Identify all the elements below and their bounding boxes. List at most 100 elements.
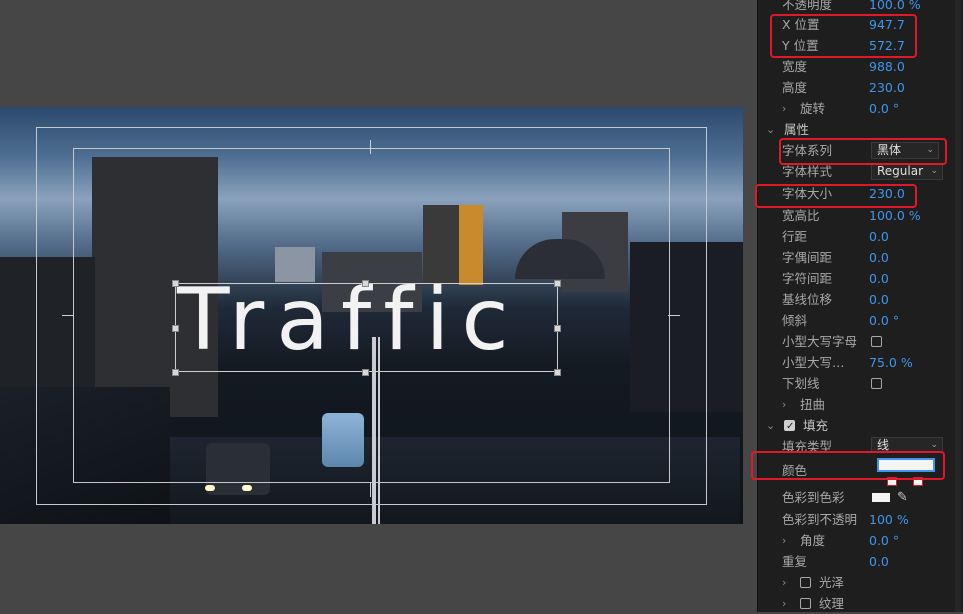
underline-checkbox[interactable] bbox=[871, 378, 882, 389]
height-value[interactable]: 230.0 bbox=[869, 77, 905, 98]
text-properties-panel: 不透明度 100.0% X 位置 947.7 Y 位置 572.7 宽度 988… bbox=[751, 0, 963, 614]
fill-checkbox[interactable] bbox=[784, 416, 795, 437]
y-position-value[interactable]: 572.7 bbox=[869, 35, 905, 56]
sheen-checkbox[interactable] bbox=[800, 577, 811, 588]
prop-kerning: 字偶间距 0.0 bbox=[758, 247, 963, 268]
prop-small-caps: 小型大写字母 bbox=[758, 331, 963, 352]
small-caps-checkbox[interactable] bbox=[871, 336, 882, 347]
prop-aspect: 宽高比 100.0% bbox=[758, 205, 963, 226]
prop-y-position: Y 位置 572.7 bbox=[758, 35, 963, 56]
center-mark-right bbox=[668, 315, 680, 316]
collapse-chevron-icon[interactable]: ⌄ bbox=[766, 119, 775, 140]
resize-handle-br[interactable] bbox=[554, 369, 561, 376]
prop-repeat: 重复 0.0 bbox=[758, 551, 963, 572]
expand-chevron-icon[interactable]: › bbox=[782, 530, 786, 551]
x-position-label: X 位置 bbox=[782, 17, 820, 32]
center-mark-top bbox=[370, 140, 371, 154]
prop-slant: 倾斜 0.0 ° bbox=[758, 310, 963, 331]
repeat-value[interactable]: 0.0 bbox=[869, 551, 889, 572]
texture-checkbox[interactable] bbox=[800, 598, 811, 609]
font-family-dropdown[interactable]: 黑体 ⌄ bbox=[871, 142, 939, 159]
baseline-value[interactable]: 0.0 bbox=[869, 289, 889, 310]
leading-value[interactable]: 0.0 bbox=[869, 226, 889, 247]
collapse-chevron-icon[interactable]: ⌄ bbox=[766, 415, 775, 436]
stop-color-swatch[interactable] bbox=[872, 493, 890, 502]
rotation-value[interactable]: 0.0 ° bbox=[869, 98, 899, 119]
chevron-down-icon: ⌄ bbox=[930, 440, 938, 450]
text-bounding-box[interactable] bbox=[175, 283, 558, 372]
small-caps-label: 小型大写字母 bbox=[782, 334, 858, 349]
chevron-down-icon: ⌄ bbox=[930, 166, 938, 176]
y-position-label: Y 位置 bbox=[782, 38, 819, 53]
height-label: 高度 bbox=[782, 80, 808, 95]
x-position-value[interactable]: 947.7 bbox=[869, 14, 905, 35]
opacity-label: 不透明度 bbox=[782, 0, 833, 12]
prop-color-to-opacity: 色彩到不透明 100% bbox=[758, 509, 963, 530]
fill-type-label: 填充类型 bbox=[782, 439, 833, 454]
opacity-value[interactable]: 100.0% bbox=[869, 0, 921, 15]
prop-angle: › 角度 0.0 ° bbox=[758, 530, 963, 551]
color-swatch[interactable] bbox=[877, 458, 935, 472]
panel-scrollbar[interactable] bbox=[955, 0, 961, 612]
section-fill[interactable]: ⌄ 填充 bbox=[758, 415, 963, 437]
gradient-stop-left[interactable] bbox=[887, 477, 897, 486]
gradient-stop-right[interactable] bbox=[913, 477, 923, 486]
baseline-label: 基线位移 bbox=[782, 292, 833, 307]
kerning-value[interactable]: 0.0 bbox=[869, 247, 889, 268]
chevron-down-icon: ⌄ bbox=[926, 145, 934, 155]
resize-handle-tl[interactable] bbox=[172, 280, 179, 287]
texture-label: 纹理 bbox=[819, 596, 845, 611]
eyedropper-icon[interactable]: ✎ bbox=[897, 487, 908, 508]
angle-value[interactable]: 0.0 ° bbox=[869, 530, 899, 551]
expand-chevron-icon[interactable]: › bbox=[782, 98, 786, 119]
fill-type-value: 线 bbox=[877, 438, 890, 452]
prop-texture[interactable]: › 纹理 bbox=[758, 593, 963, 614]
prop-sheen[interactable]: › 光泽 bbox=[758, 572, 963, 593]
font-size-label: 字体大小 bbox=[782, 186, 833, 201]
expand-chevron-icon[interactable]: › bbox=[782, 572, 786, 593]
aspect-label: 宽高比 bbox=[782, 208, 820, 223]
resize-handle-ml[interactable] bbox=[172, 325, 179, 332]
fill-type-dropdown[interactable]: 线 ⌄ bbox=[871, 437, 943, 452]
angle-label: 角度 bbox=[800, 533, 826, 548]
font-size-value[interactable]: 230.0 bbox=[869, 183, 905, 204]
repeat-label: 重复 bbox=[782, 554, 808, 569]
fill-section-title: 填充 bbox=[803, 418, 829, 433]
slant-value[interactable]: 0.0 ° bbox=[869, 310, 899, 331]
color-to-opacity-value[interactable]: 100% bbox=[869, 509, 909, 530]
expand-chevron-icon[interactable]: › bbox=[782, 593, 786, 614]
color-to-opacity-label: 色彩到不透明 bbox=[782, 512, 858, 527]
resize-handle-bm[interactable] bbox=[362, 369, 369, 376]
width-value[interactable]: 988.0 bbox=[869, 56, 905, 77]
prop-underline: 下划线 bbox=[758, 373, 963, 394]
prop-small-caps-size: 小型大写… 75.0% bbox=[758, 352, 963, 373]
small-caps-size-value[interactable]: 75.0% bbox=[869, 352, 913, 373]
prop-font-family: 字体系列 黑体 ⌄ bbox=[758, 140, 963, 161]
prop-opacity: 不透明度 100.0% bbox=[758, 0, 963, 15]
font-style-label: 字体样式 bbox=[782, 164, 833, 179]
prop-color-to-color: 色彩到色彩 ✎ bbox=[758, 487, 963, 508]
resize-handle-tr[interactable] bbox=[554, 280, 561, 287]
font-family-value: 黑体 bbox=[877, 143, 902, 157]
resize-handle-tm[interactable] bbox=[362, 280, 369, 287]
attributes-section-title: 属性 bbox=[784, 122, 810, 137]
small-caps-size-label: 小型大写… bbox=[782, 355, 845, 370]
sheen-label: 光泽 bbox=[819, 575, 845, 590]
prop-rotation: › 旋转 0.0 ° bbox=[758, 98, 963, 119]
center-mark-bottom bbox=[370, 483, 371, 497]
program-monitor[interactable]: Traffic bbox=[0, 107, 743, 524]
tracking-value[interactable]: 0.0 bbox=[869, 268, 889, 289]
prop-distort[interactable]: › 扭曲 bbox=[758, 394, 963, 415]
aspect-value[interactable]: 100.0% bbox=[869, 205, 921, 226]
prop-x-position: X 位置 947.7 bbox=[758, 14, 963, 35]
color-to-color-label: 色彩到色彩 bbox=[782, 490, 845, 505]
prop-fill-type: 填充类型 线 ⌄ bbox=[758, 436, 963, 457]
font-style-dropdown[interactable]: Regular ⌄ bbox=[871, 163, 943, 180]
resize-handle-mr[interactable] bbox=[554, 325, 561, 332]
expand-chevron-icon[interactable]: › bbox=[782, 394, 786, 415]
section-attributes[interactable]: ⌄ 属性 bbox=[758, 119, 963, 140]
prop-font-style: 字体样式 Regular ⌄ bbox=[758, 161, 963, 182]
color-label: 颜色 bbox=[782, 463, 808, 478]
prop-tracking: 字符间距 0.0 bbox=[758, 268, 963, 289]
resize-handle-bl[interactable] bbox=[172, 369, 179, 376]
